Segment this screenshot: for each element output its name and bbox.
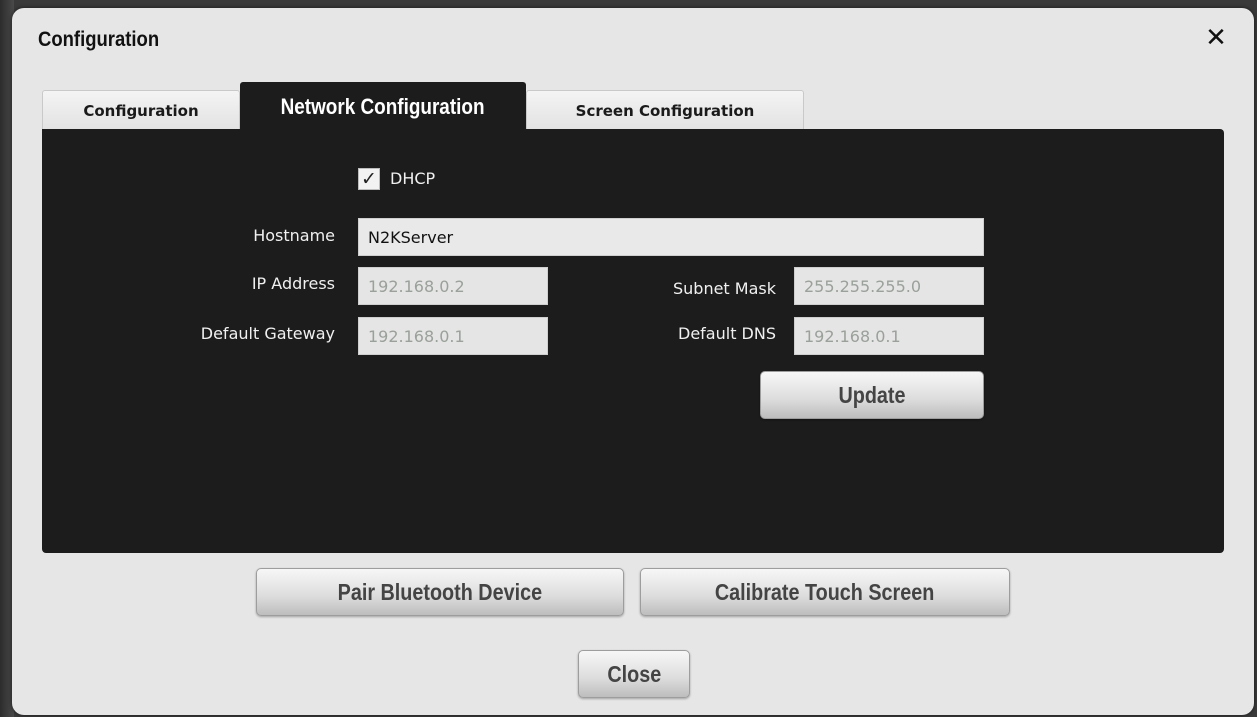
network-configuration-panel: ✓ DHCP Hostname IP Address Subnet Mask D…: [42, 129, 1224, 553]
hostname-label: Hostname: [253, 226, 335, 245]
configuration-dialog: Configuration ✕ Configuration Network Co…: [12, 8, 1254, 715]
close-icon[interactable]: ✕: [1204, 25, 1228, 51]
calibrate-touch-screen-button[interactable]: Calibrate Touch Screen: [640, 568, 1010, 616]
tab-configuration[interactable]: Configuration: [42, 90, 240, 130]
dialog-title: Configuration: [38, 28, 160, 51]
tab-network-configuration-label: Network Configuration: [281, 93, 485, 119]
subnet-mask-input[interactable]: [794, 267, 984, 305]
pair-bluetooth-label: Pair Bluetooth Device: [337, 578, 543, 605]
close-button[interactable]: Close: [578, 650, 690, 698]
ip-address-label: IP Address: [251, 274, 335, 293]
subnet-mask-label: Subnet Mask: [672, 279, 776, 298]
dhcp-checkbox[interactable]: ✓: [358, 168, 380, 190]
calibrate-touch-screen-label: Calibrate Touch Screen: [715, 578, 935, 605]
tab-network-configuration[interactable]: Network Configuration: [240, 82, 526, 130]
checkmark-icon: ✓: [361, 168, 377, 190]
update-button-label: Update: [838, 381, 906, 408]
tab-screen-configuration[interactable]: Screen Configuration: [526, 90, 804, 130]
dhcp-label: DHCP: [390, 169, 436, 188]
default-dns-input[interactable]: [794, 317, 984, 355]
close-button-label: Close: [607, 660, 661, 687]
tab-configuration-label: Configuration: [83, 101, 199, 120]
default-gateway-label: Default Gateway: [200, 324, 335, 343]
hostname-input[interactable]: [358, 218, 984, 256]
tab-screen-configuration-label: Screen Configuration: [575, 101, 755, 120]
default-gateway-input[interactable]: [358, 317, 548, 355]
update-button[interactable]: Update: [760, 371, 984, 419]
ip-address-input[interactable]: [358, 267, 548, 305]
default-dns-label: Default DNS: [678, 324, 776, 343]
pair-bluetooth-button[interactable]: Pair Bluetooth Device: [256, 568, 624, 616]
